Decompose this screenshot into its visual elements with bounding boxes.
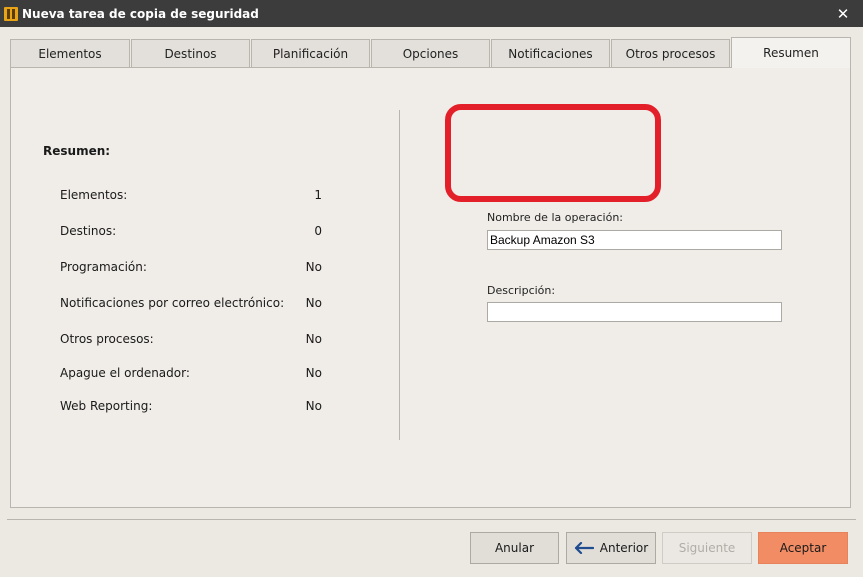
- summary-row-label: Apague el ordenador:: [60, 366, 190, 380]
- summary-row-value: No: [305, 296, 322, 310]
- summary-row: Programación: No: [60, 260, 322, 274]
- summary-row-label: Elementos:: [60, 188, 128, 202]
- accept-button[interactable]: Aceptar: [758, 532, 848, 564]
- summary-row-label: Web Reporting:: [60, 399, 153, 413]
- description-label: Descripción:: [487, 284, 556, 297]
- next-button[interactable]: Siguiente: [662, 532, 752, 564]
- tab-planificacion[interactable]: Planificación: [251, 39, 370, 68]
- footer-divider: [7, 519, 856, 520]
- back-button[interactable]: Anterior: [566, 532, 656, 564]
- operation-name-input[interactable]: Backup Amazon S3: [487, 230, 782, 250]
- summary-row-value: No: [305, 332, 322, 346]
- tab-resumen[interactable]: Resumen: [731, 37, 851, 68]
- tab-notificaciones[interactable]: Notificaciones: [491, 39, 610, 68]
- summary-row: Elementos: 1: [60, 188, 322, 202]
- vertical-divider: [399, 110, 400, 440]
- arrow-left-icon: [574, 542, 594, 554]
- close-icon[interactable]: ✕: [823, 0, 863, 27]
- summary-row-label: Programación:: [60, 260, 147, 274]
- summary-panel: Resumen: Elementos: 1 Destinos: 0 Progra…: [10, 67, 851, 508]
- operation-name-label: Nombre de la operación:: [487, 211, 623, 224]
- tab-elementos[interactable]: Elementos: [10, 39, 130, 68]
- summary-row: Otros procesos: No: [60, 332, 322, 346]
- window-title: Nueva tarea de copia de seguridad: [22, 6, 259, 21]
- summary-row-value: 0: [314, 224, 322, 238]
- summary-row-label: Notificaciones por correo electrónico:: [60, 296, 285, 310]
- summary-row: Web Reporting: No: [60, 399, 322, 413]
- summary-row-value: No: [305, 260, 322, 274]
- summary-row-value: No: [305, 366, 322, 380]
- back-button-label: Anterior: [599, 541, 649, 555]
- summary-row-value: 1: [314, 188, 322, 202]
- tab-destinos[interactable]: Destinos: [131, 39, 250, 68]
- cancel-button[interactable]: Anular: [470, 532, 559, 564]
- tab-opciones[interactable]: Opciones: [371, 39, 490, 68]
- summary-row: Destinos: 0: [60, 224, 322, 238]
- summary-row-label: Otros procesos:: [60, 332, 154, 346]
- summary-row: Apague el ordenador: No: [60, 366, 322, 380]
- summary-row-label: Destinos:: [60, 224, 117, 238]
- title-bar: Nueva tarea de copia de seguridad ✕: [0, 0, 863, 27]
- app-icon: [4, 6, 18, 22]
- description-input[interactable]: [487, 302, 782, 322]
- summary-row: Notificaciones por correo electrónico: N…: [60, 296, 322, 310]
- summary-heading: Resumen:: [43, 144, 111, 158]
- summary-row-value: No: [305, 399, 322, 413]
- tab-bar: Elementos Destinos Planificación Opcione…: [10, 37, 852, 68]
- tab-otros-procesos[interactable]: Otros procesos: [611, 39, 730, 68]
